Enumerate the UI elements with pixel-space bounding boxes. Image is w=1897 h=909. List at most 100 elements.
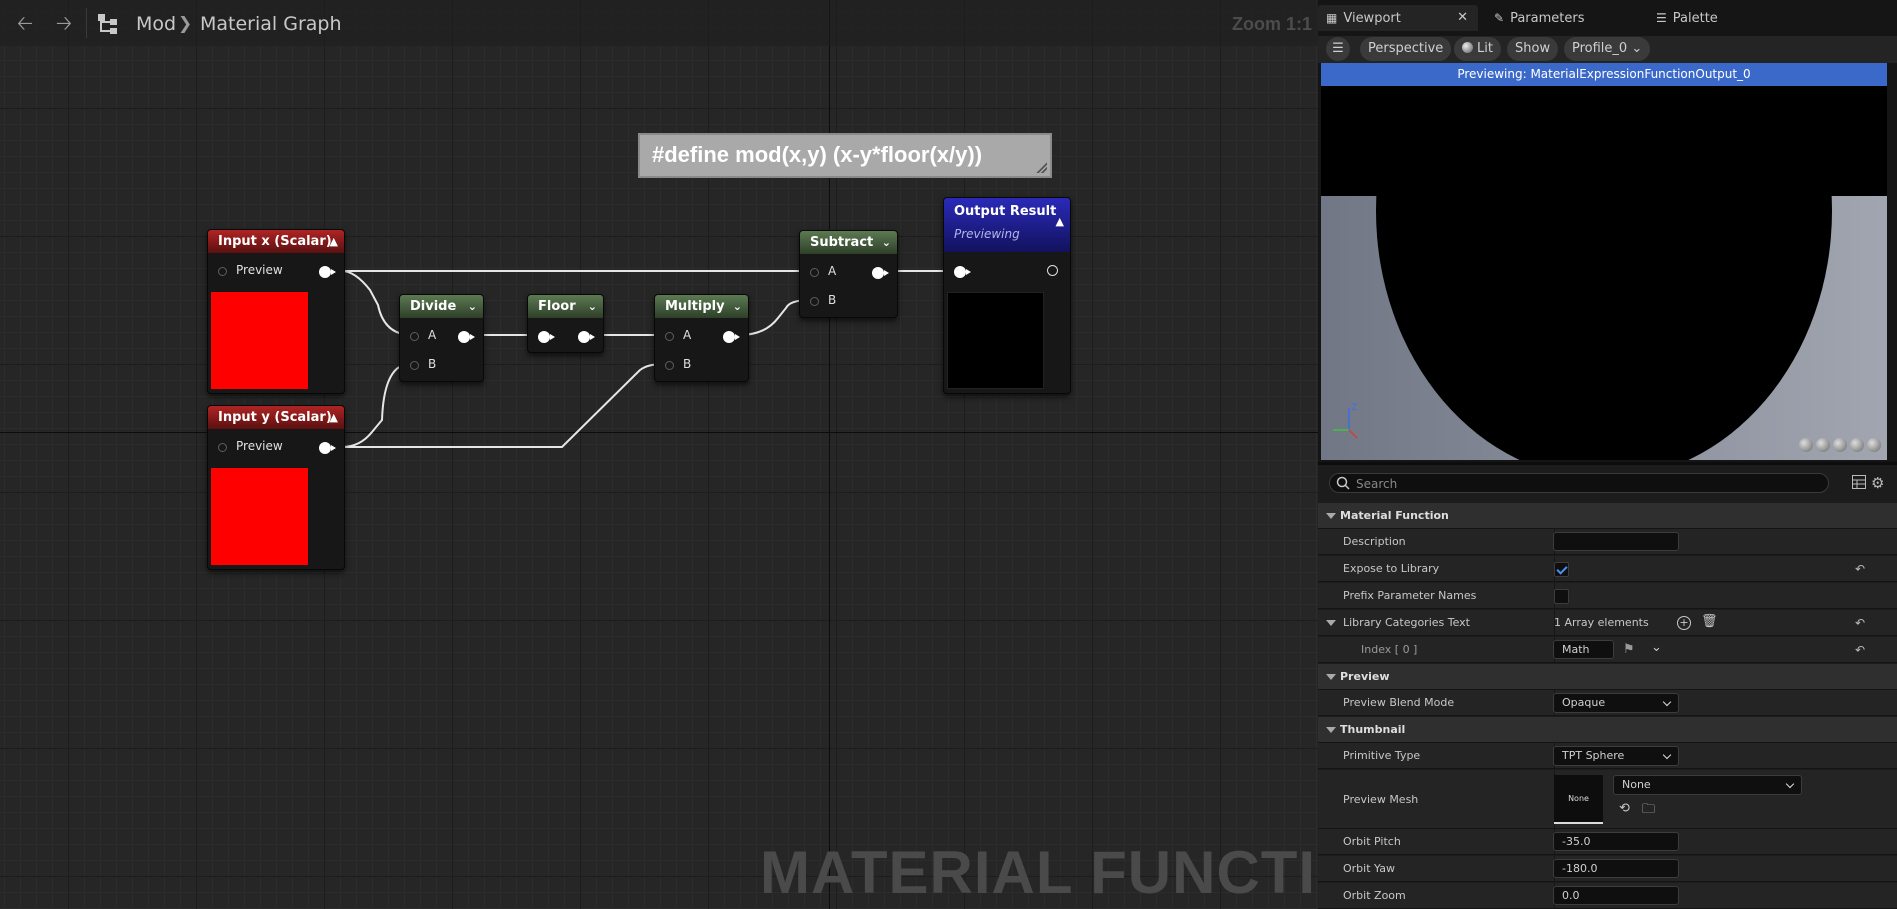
node-header[interactable]: Input x (Scalar) ▲	[208, 230, 344, 253]
breadcrumb-material-graph[interactable]: Material Graph	[200, 13, 342, 35]
preview-swatch	[211, 292, 308, 389]
property-prefix-parameter-names: Prefix Parameter Names	[1318, 583, 1897, 609]
lit-mode-button[interactable]: Lit	[1454, 37, 1501, 61]
perspective-button[interactable]: Perspective	[1360, 37, 1452, 61]
property-label: Index [ 0 ]	[1361, 643, 1418, 656]
collapse-chevron-icon[interactable]: ▲	[330, 230, 338, 253]
output-pin[interactable]	[319, 266, 336, 278]
index-0-field[interactable]: Math	[1553, 640, 1614, 659]
tab-viewport[interactable]: ▦ Viewport ✕	[1318, 5, 1478, 31]
output-pin[interactable]	[872, 267, 889, 279]
comment-box[interactable]: #define mod(x,y) (x-y*floor(x/y))	[638, 133, 1052, 178]
reset-to-default-icon[interactable]: ↶	[1855, 643, 1865, 657]
primitive-type-dropdown[interactable]: TPT Sphere	[1553, 746, 1679, 766]
node-multiply[interactable]: Multiply ⌄ A B	[654, 294, 749, 382]
viewport-scene[interactable]: Z	[1321, 86, 1887, 460]
property-label: Description	[1343, 535, 1406, 548]
node-header[interactable]: Subtract ⌄	[800, 231, 897, 254]
chevron-down-icon[interactable]: ⌄	[1651, 640, 1662, 655]
node-input-y[interactable]: Input y (Scalar) ▲ Preview	[207, 405, 345, 570]
input-pin-b[interactable]	[410, 361, 419, 370]
profile-label: Profile_0	[1572, 41, 1628, 56]
cylinder-preview-icon[interactable]	[1799, 438, 1813, 452]
details-search[interactable]	[1329, 473, 1829, 493]
material-graph-canvas[interactable]: MATERIAL FUNCTION #define mod(x,y) (x-y*…	[0, 0, 1318, 909]
node-input-x[interactable]: Input x (Scalar) ▲ Preview	[207, 229, 345, 394]
breadcrumb-mod[interactable]: Mod	[136, 13, 176, 35]
flag-icon[interactable]: ⚑	[1623, 642, 1635, 657]
blend-mode-dropdown[interactable]: Opaque	[1553, 693, 1679, 713]
reset-to-default-icon[interactable]: ↶	[1855, 616, 1865, 630]
reset-to-default-icon[interactable]: ↶	[1855, 562, 1865, 576]
property-label: Orbit Pitch	[1343, 835, 1401, 848]
node-divide[interactable]: Divide ⌄ A B	[399, 294, 484, 382]
teapot-preview-icon[interactable]	[1867, 438, 1881, 452]
output-pin[interactable]	[723, 331, 740, 343]
node-header[interactable]: Input y (Scalar) ▲	[208, 406, 344, 429]
input-pin-b[interactable]	[665, 361, 674, 370]
tab-parameters[interactable]: ✎ Parameters	[1486, 5, 1584, 31]
node-floor[interactable]: Floor ⌄	[527, 294, 604, 353]
input-pin-a[interactable]	[410, 332, 419, 341]
node-subtitle: Previewing	[954, 227, 1020, 241]
node-header[interactable]: Multiply ⌄	[655, 295, 748, 318]
orbit-yaw-field[interactable]: -180.0	[1553, 859, 1679, 878]
node-subtract[interactable]: Subtract ⌄ A B	[799, 230, 898, 318]
output-pin[interactable]	[319, 442, 336, 454]
profile-dropdown[interactable]: Profile_0 ⌄	[1564, 37, 1651, 61]
resize-grip-icon[interactable]	[1035, 161, 1047, 173]
orbit-zoom-field[interactable]: 0.0	[1553, 886, 1679, 905]
dropdown-chevron-icon[interactable]: ⌄	[468, 295, 477, 318]
node-output-result[interactable]: Output Result ▲ Previewing	[943, 197, 1071, 394]
cube-preview-icon[interactable]	[1850, 438, 1864, 452]
preview-toggle-pin[interactable]	[218, 443, 227, 452]
comment-text: #define mod(x,y) (x-y*floor(x/y))	[652, 142, 983, 167]
preview-mesh-dropdown[interactable]: None	[1613, 775, 1802, 795]
description-field[interactable]	[1553, 532, 1679, 551]
input-pin-a[interactable]	[665, 332, 674, 341]
input-pin-b[interactable]	[810, 297, 819, 306]
forward-arrow-icon[interactable]: 🡢	[53, 12, 75, 34]
expose-to-library-checkbox[interactable]	[1554, 562, 1569, 577]
viewport-menu-button[interactable]: ☰	[1326, 37, 1350, 61]
input-pin[interactable]	[954, 266, 971, 278]
plane-preview-icon[interactable]	[1833, 438, 1847, 452]
input-pin-a[interactable]	[810, 268, 819, 277]
output-pin[interactable]	[578, 331, 595, 343]
preview-toggle-pin[interactable]	[218, 267, 227, 276]
sphere-preview-icon[interactable]	[1816, 438, 1830, 452]
trash-icon[interactable]: 🗑	[1701, 614, 1718, 629]
dropdown-chevron-icon[interactable]: ⌄	[733, 295, 742, 318]
collapse-chevron-icon[interactable]: ▲	[1056, 211, 1064, 233]
node-header[interactable]: Divide ⌄	[400, 295, 483, 318]
dropdown-chevron-icon[interactable]: ⌄	[588, 295, 597, 318]
close-icon[interactable]: ✕	[1457, 5, 1468, 31]
browse-folder-icon[interactable]: 🗀	[1642, 800, 1655, 822]
category-preview[interactable]: Preview	[1318, 664, 1897, 690]
table-view-icon[interactable]	[1852, 475, 1866, 489]
mesh-thumbnail[interactable]: None	[1554, 775, 1603, 824]
category-thumbnail[interactable]: Thumbnail	[1318, 717, 1897, 743]
use-selected-asset-icon[interactable]: ⟲	[1619, 801, 1630, 816]
preview-swatch	[211, 468, 308, 565]
search-input[interactable]	[1354, 475, 1818, 493]
output-pin[interactable]	[458, 331, 475, 343]
category-material-function[interactable]: Material Function	[1318, 503, 1897, 529]
viewport-icon: ▦	[1326, 11, 1338, 25]
category-label: Preview	[1340, 670, 1390, 683]
node-header[interactable]: Floor ⌄	[528, 295, 603, 318]
node-header[interactable]: Output Result ▲ Previewing	[944, 198, 1070, 252]
show-button[interactable]: Show	[1507, 37, 1559, 61]
back-arrow-icon[interactable]: 🡠	[14, 12, 36, 34]
dropdown-chevron-icon[interactable]: ⌄	[882, 231, 891, 254]
pin-label: Preview	[236, 439, 283, 453]
input-pin[interactable]	[538, 331, 555, 343]
add-element-icon[interactable]: +	[1677, 616, 1691, 630]
preview-toggle-pin[interactable]	[1047, 265, 1058, 276]
orbit-pitch-field[interactable]: -35.0	[1553, 832, 1679, 851]
tab-palette[interactable]: ☰ Palette	[1648, 5, 1718, 31]
gear-icon[interactable]: ⚙	[1871, 474, 1884, 492]
collapse-chevron-icon[interactable]: ▲	[330, 406, 338, 429]
prefix-parameter-names-checkbox[interactable]	[1554, 589, 1569, 604]
expand-arrow-icon[interactable]	[1326, 620, 1336, 626]
